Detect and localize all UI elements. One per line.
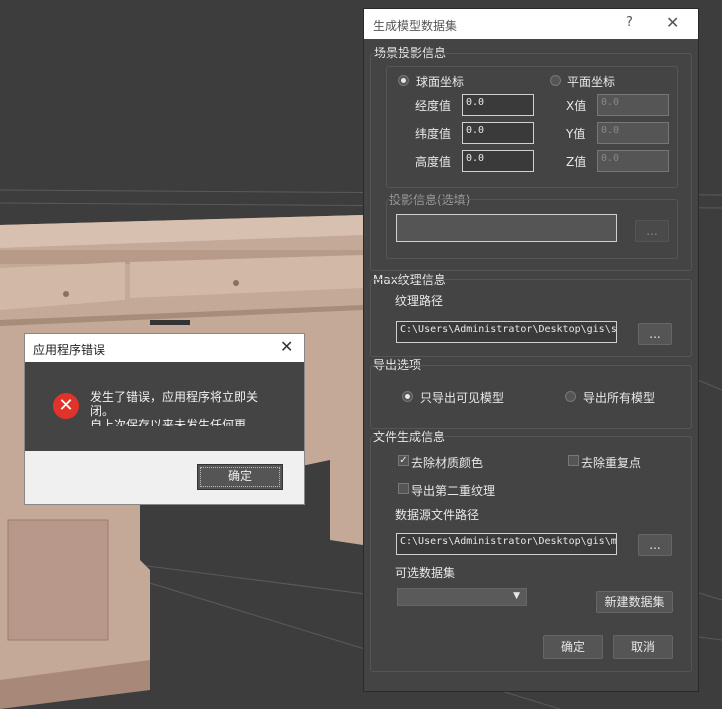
export-visible-radio[interactable] — [402, 391, 413, 402]
chevron-down-icon: ▼ — [513, 591, 520, 601]
projection-info-input[interactable] — [396, 214, 617, 242]
error-message-cut: 自上次保存以来未发生任何更 — [90, 418, 247, 426]
generate-dataset-dialog: 生成模型数据集 ? ✕ 场景投影信息 球面坐标 平面坐标 经度值 0.0 纬度值… — [363, 8, 699, 692]
texture-path-input[interactable]: C:\Users\Administrator\Desktop\gis\s — [396, 321, 617, 343]
error-title: 应用程序错误 — [33, 343, 106, 357]
texture-path-label: 纹理路径 — [395, 294, 444, 308]
dialog-title-bar[interactable]: 生成模型数据集 ? ✕ — [364, 9, 698, 39]
application-error-dialog: 应用程序错误 ✕ ✕ 发生了错误，应用程序将立即关闭。 自上次保存以来未发生任何… — [24, 333, 305, 505]
latitude-label: 纬度值 — [415, 127, 452, 141]
error-title-bar[interactable]: 应用程序错误 ✕ — [25, 334, 304, 362]
sphere-coordinate-label: 球面坐标 — [416, 75, 465, 89]
error-ok-button[interactable]: 确定 — [197, 464, 283, 490]
sphere-coordinate-radio[interactable] — [398, 75, 409, 86]
new-dataset-button[interactable]: 新建数据集 — [596, 591, 673, 613]
x-value-input[interactable]: 0.0 — [597, 94, 669, 116]
plane-coordinate-radio[interactable] — [550, 75, 561, 86]
optional-dataset-select[interactable]: ▼ — [397, 588, 527, 606]
y-value-input[interactable]: 0.0 — [597, 122, 669, 144]
height-label: 高度值 — [415, 155, 452, 169]
datasource-browse-button[interactable]: ... — [638, 534, 672, 556]
close-button[interactable]: ✕ — [666, 13, 679, 32]
z-value-input[interactable]: 0.0 — [597, 150, 669, 172]
error-message: 发生了错误，应用程序将立即关闭。 自上次保存以来未发生任何更 — [90, 390, 275, 426]
error-message-text: 发生了错误，应用程序将立即关闭。 — [90, 390, 259, 418]
export-all-label: 导出所有模型 — [583, 391, 656, 405]
y-value-label: Y值 — [566, 127, 586, 141]
export-second-texture-label: 导出第二重纹理 — [411, 484, 496, 498]
export-all-radio[interactable] — [565, 391, 576, 402]
datasource-path-label: 数据源文件路径 — [395, 508, 480, 522]
longitude-input[interactable]: 0.0 — [462, 94, 534, 116]
latitude-input[interactable]: 0.0 — [462, 122, 534, 144]
optional-dataset-label: 可选数据集 — [395, 566, 456, 580]
ok-button[interactable]: 确定 — [543, 635, 603, 659]
z-value-label: Z值 — [566, 155, 587, 169]
cancel-button[interactable]: 取消 — [613, 635, 673, 659]
error-body: ✕ 发生了错误，应用程序将立即关闭。 自上次保存以来未发生任何更 — [25, 362, 304, 451]
export-visible-label: 只导出可见模型 — [420, 391, 505, 405]
x-value-label: X值 — [566, 99, 587, 113]
remove-material-color-label: 去除材质颜色 — [411, 456, 484, 470]
longitude-label: 经度值 — [415, 99, 452, 113]
datasource-path-input[interactable]: C:\Users\Administrator\Desktop\gis\m — [396, 533, 617, 555]
texture-group — [370, 279, 692, 357]
height-input[interactable]: 0.0 — [462, 150, 534, 172]
plane-coordinate-label: 平面坐标 — [567, 75, 616, 89]
projection-browse-button[interactable]: ... — [635, 220, 669, 242]
texture-browse-button[interactable]: ... — [638, 323, 672, 345]
remove-material-color-checkbox[interactable]: ✓ — [398, 455, 409, 466]
help-button[interactable]: ? — [626, 15, 633, 30]
export-second-texture-checkbox[interactable] — [398, 483, 409, 494]
error-icon: ✕ — [53, 393, 79, 419]
remove-duplicate-points-checkbox[interactable] — [568, 455, 579, 466]
remove-duplicate-points-label: 去除重复点 — [581, 456, 642, 470]
dialog-title: 生成模型数据集 — [373, 19, 458, 33]
error-close-button[interactable]: ✕ — [280, 337, 293, 356]
